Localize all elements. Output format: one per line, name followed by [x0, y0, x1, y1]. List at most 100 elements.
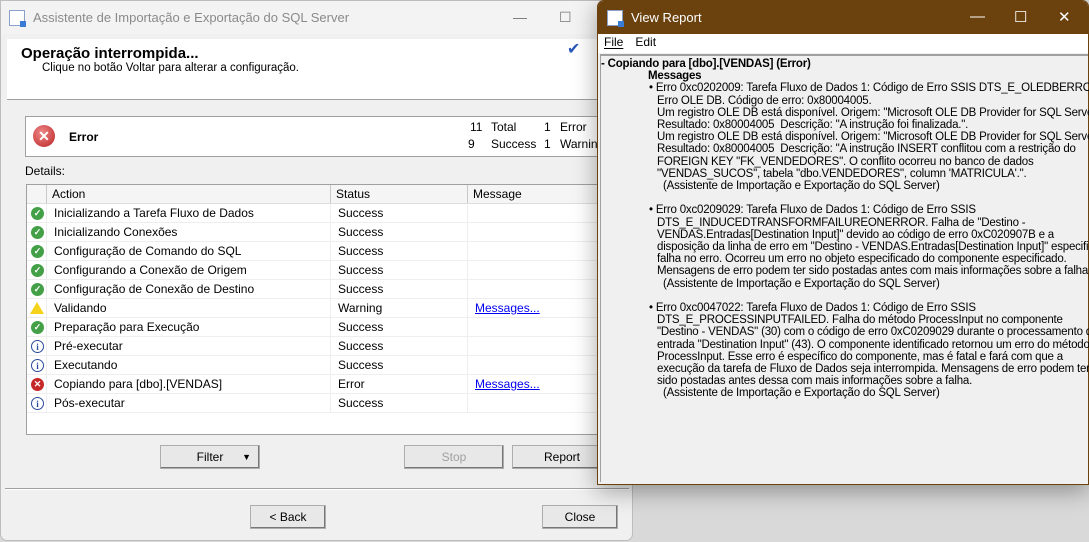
status-icon-cell: i [27, 337, 47, 355]
close-button[interactable]: Close [542, 505, 618, 529]
success-icon: ✓ [31, 245, 44, 258]
error-count: 1 [544, 120, 551, 134]
app-icon [9, 9, 26, 27]
total-count: 11 [470, 120, 483, 134]
table-row[interactable]: ✓ Inicializando Conexões Success [27, 223, 625, 242]
status-cell: Success [331, 318, 468, 336]
message-line: DTS_E_INDUCEDTRANSFORMFAILUREONERROR. Fa… [657, 216, 1026, 229]
action-cell: Configurando a Conexão de Origem [47, 261, 331, 279]
table-row[interactable]: ✓ Inicializando a Tarefa Fluxo de Dados … [27, 204, 625, 223]
table-row[interactable]: i Pré-executar Success [27, 337, 625, 356]
table-row[interactable]: ✓ Preparação para Execução Success [27, 318, 625, 337]
message-line: DTS_E_PROCESSINPUTFAILED. Falha do métod… [657, 314, 1063, 327]
action-cell: Copiando para [dbo].[VENDAS] [47, 375, 331, 393]
message-line: execução da tarefa de Fluxo de Dados sej… [657, 363, 1089, 376]
info-icon: i [31, 359, 44, 372]
wizard-header: Operação interrompida... Clique no botão… [7, 39, 634, 100]
page-subtitle: Clique no botão Voltar para alterar a co… [42, 62, 299, 74]
action-column-header[interactable]: Action [47, 185, 331, 203]
message-line: "Destino - VENDAS" (30) com o código de … [657, 326, 1089, 339]
filter-button[interactable]: Filter ▼ [160, 445, 260, 469]
maximize-icon[interactable]: ☐ [1014, 8, 1027, 26]
status-cell: Success [331, 242, 468, 260]
wizard-title-bar: Assistente de Importação e Exportação do… [1, 1, 632, 34]
success-icon: ✓ [31, 264, 44, 277]
success-icon: ✓ [31, 226, 44, 239]
minimize-icon[interactable]: — [970, 8, 985, 25]
message-line: Resultado: 0x80004005 Descrição: "A inst… [657, 119, 969, 132]
status-cell: Success [331, 356, 468, 374]
status-icon-cell: ✓ [27, 242, 47, 260]
wizard-title: Assistente de Importação e Exportação do… [33, 10, 350, 25]
report-title: View Report [631, 10, 702, 25]
close-icon[interactable]: ✕ [1058, 8, 1071, 26]
status-icon-cell: ✓ [27, 223, 47, 241]
details-table: Action Status Message ✓ Inicializando a … [26, 184, 626, 435]
message-line: falha no erro. Ocorreu um erro no objeto… [657, 253, 1067, 266]
error-label: Error [560, 120, 587, 134]
table-row[interactable]: i Executando Success [27, 356, 625, 375]
wizard-window: Assistente de Importação e Exportação do… [0, 0, 634, 541]
stop-button[interactable]: Stop [404, 445, 504, 469]
checkmark-icon: ✔ [567, 41, 581, 58]
dropdown-arrow-icon: ▼ [242, 452, 251, 462]
status-icon-cell: ✓ [27, 204, 47, 222]
status-icon-cell [27, 299, 47, 317]
status-icon-cell: ✓ [27, 280, 47, 298]
table-row[interactable]: i Pós-executar Success [27, 394, 625, 413]
table-row[interactable]: ✕ Copiando para [dbo].[VENDAS] Error Mes… [27, 375, 625, 394]
messages-heading: Messages [648, 70, 702, 83]
messages-link[interactable]: Messages... [475, 377, 540, 391]
summary-status: Error [69, 130, 99, 144]
table-row[interactable]: ✓ Configurando a Conexão de Origem Succe… [27, 261, 625, 280]
menu-edit[interactable]: Edit [629, 34, 662, 53]
total-label: Total [491, 120, 517, 134]
message-line: ProcessInput. Esse erro é específico do … [657, 350, 1063, 363]
status-icon-cell: i [27, 356, 47, 374]
error-icon: ✕ [33, 125, 55, 147]
icon-column-header[interactable] [27, 185, 47, 203]
message-line: VENDAS.Entradas[Destination Input]" devi… [657, 228, 1054, 241]
table-row[interactable]: ✓ Configuração de Comando do SQL Success [27, 242, 625, 261]
error-message: • Erro 0xc0209029: Tarefa Fluxo de Dados… [601, 204, 1089, 290]
menu-file[interactable]: File [598, 34, 629, 53]
details-label: Details: [25, 164, 66, 178]
table-row[interactable]: ✓ Configuração de Conexão de Destino Suc… [27, 280, 625, 299]
message-line: (Assistente de Importação e Exportação d… [657, 277, 940, 290]
message-line: (Assistente de Importação e Exportação d… [657, 180, 940, 193]
back-button[interactable]: < Back [250, 505, 326, 529]
success-icon: ✓ [31, 321, 44, 334]
status-cell: Success [331, 337, 468, 355]
status-cell: Warning [331, 299, 468, 317]
status-icon-cell: ✕ [27, 375, 47, 393]
minimize-icon[interactable]: — [513, 9, 527, 25]
success-icon: ✓ [31, 283, 44, 296]
status-icon-cell: i [27, 394, 47, 412]
message-line: Mensagens de erro podem ter sido postada… [657, 265, 1089, 278]
status-cell: Success [331, 261, 468, 279]
success-label: Success [491, 137, 537, 151]
report-title-bar: View Report — ☐ ✕ [598, 1, 1088, 34]
divider [5, 488, 629, 490]
message-line: • Erro 0xc0209029: Tarefa Fluxo de Dados… [649, 204, 976, 217]
maximize-icon[interactable]: ☐ [559, 9, 572, 26]
message-line: FOREIGN KEY "FK_VENDEDORES". O conflito … [657, 155, 1034, 168]
message-line: Um registro OLE DB está disponível. Orig… [657, 131, 1089, 144]
action-cell: Pós-executar [47, 394, 331, 412]
report-app-icon [607, 9, 624, 27]
action-cell: Configuração de Conexão de Destino [47, 280, 331, 298]
table-header: Action Status Message [27, 185, 625, 204]
messages-link[interactable]: Messages... [475, 301, 540, 315]
message-line: entrada "Destination Input" (43). O comp… [657, 338, 1089, 351]
menu-bar: File Edit [598, 34, 1088, 53]
status-cell: Success [331, 204, 468, 222]
error-icon: ✕ [31, 378, 44, 391]
filter-label: Filter [196, 450, 224, 464]
status-cell: Success [331, 394, 468, 412]
status-column-header[interactable]: Status [331, 185, 468, 203]
message-line: • Erro 0xc0202009: Tarefa Fluxo de Dados… [649, 82, 1089, 95]
message-line: sido postadas antes dessa com mais infor… [657, 375, 973, 388]
info-icon: i [31, 397, 44, 410]
action-cell: Preparação para Execução [47, 318, 331, 336]
table-row[interactable]: Validando Warning Messages... [27, 299, 625, 318]
